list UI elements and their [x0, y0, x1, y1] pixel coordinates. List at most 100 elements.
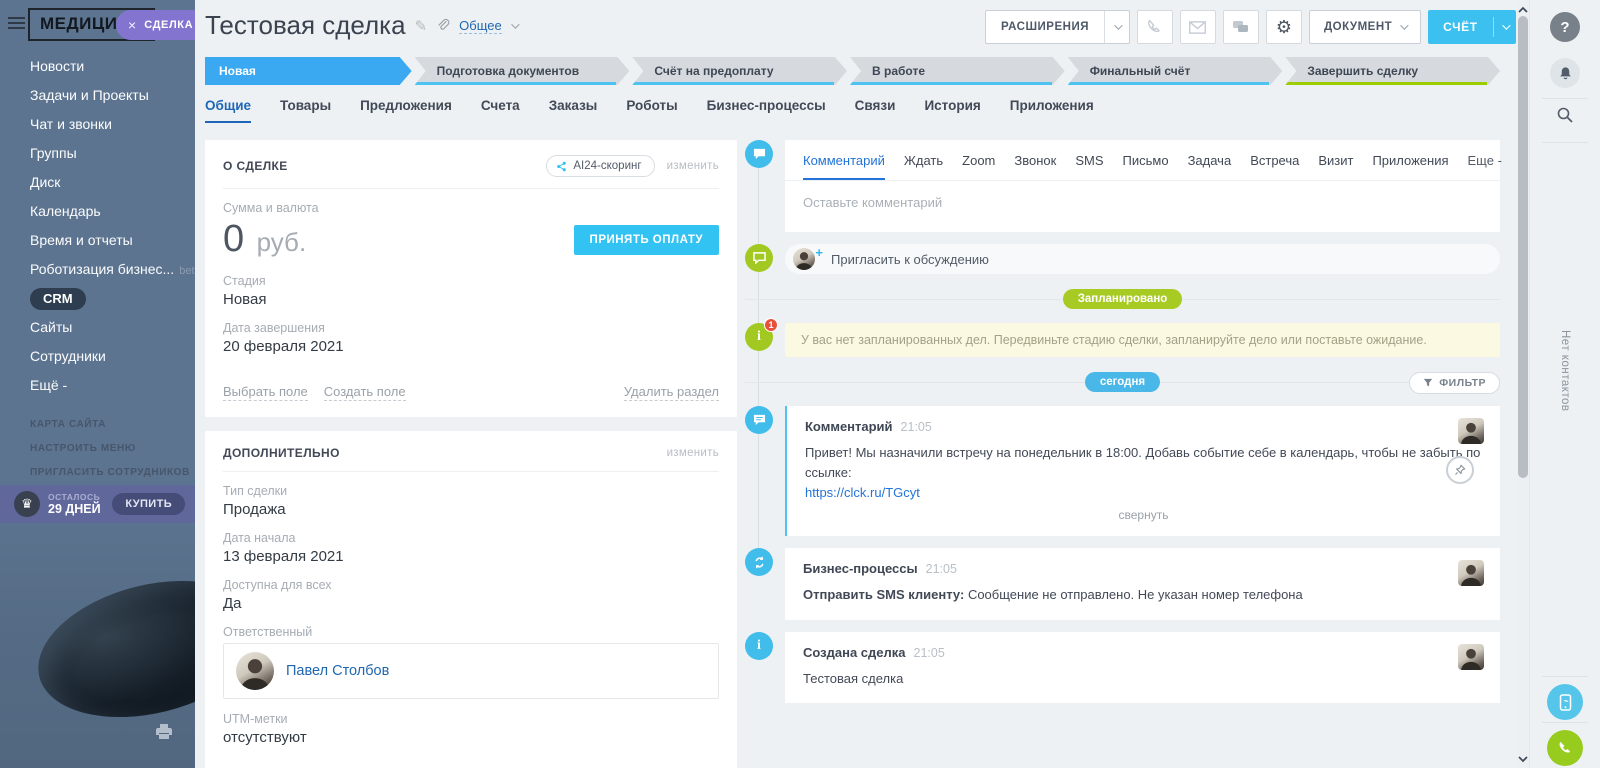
- paperclip-icon[interactable]: [436, 18, 450, 33]
- invite-employees-link[interactable]: ПРИГЛАСИТЬ СОТРУДНИКОВ: [0, 461, 195, 485]
- composer-tab-sms[interactable]: SMS: [1075, 153, 1103, 178]
- collapse-link[interactable]: свернуть: [805, 508, 1482, 522]
- filter-button[interactable]: ФИЛЬТР: [1409, 372, 1500, 394]
- composer-tab-more[interactable]: Еще -: [1468, 153, 1502, 178]
- tab-orders[interactable]: Заказы: [549, 98, 598, 121]
- telephony-button[interactable]: [1547, 730, 1583, 766]
- tab-history[interactable]: История: [924, 98, 980, 121]
- invite-to-discussion[interactable]: + Пригласить к обсуждению: [785, 244, 1500, 274]
- document-button[interactable]: ДОКУМЕНТ: [1309, 10, 1421, 44]
- scroll-up-arrow[interactable]: [1517, 2, 1529, 16]
- notifications-bell-button[interactable]: [1550, 58, 1580, 88]
- amount-field-label: Сумма и валюта: [223, 201, 719, 215]
- extensions-button[interactable]: РАСШИРЕНИЯ: [985, 10, 1130, 44]
- tab-apps[interactable]: Приложения: [1010, 98, 1094, 121]
- sitemap-link[interactable]: КАРТА САЙТА: [0, 413, 195, 437]
- sidebar-item-groups[interactable]: Группы: [0, 139, 195, 168]
- composer-tab-email[interactable]: Письмо: [1123, 153, 1169, 178]
- deal-overlay-badge[interactable]: × СДЕЛКА: [116, 10, 195, 40]
- deal-type-value[interactable]: Продажа: [223, 501, 719, 518]
- composer-tab-comment[interactable]: Комментарий: [803, 153, 885, 180]
- tab-invoices[interactable]: Счета: [481, 98, 520, 121]
- chat-button[interactable]: [1223, 10, 1259, 44]
- stage-field-value[interactable]: Новая: [223, 291, 719, 308]
- edit-title-icon[interactable]: ✎: [415, 17, 428, 35]
- close-date-field-value[interactable]: 20 февраля 2021: [223, 338, 719, 355]
- deal-category-dropdown[interactable]: Общее: [459, 18, 502, 34]
- printer-icon[interactable]: [156, 724, 172, 744]
- search-button[interactable]: [1556, 106, 1574, 129]
- beta-label: beta: [179, 265, 195, 277]
- sidebar-item-employees[interactable]: Сотрудники: [0, 342, 195, 371]
- create-field-link[interactable]: Создать поле: [324, 384, 406, 401]
- tab-quotes[interactable]: Предложения: [360, 98, 452, 121]
- delete-section-link[interactable]: Удалить раздел: [624, 384, 719, 401]
- stage-close-deal[interactable]: Завершить сделку: [1285, 57, 1500, 85]
- composer-tab-wait[interactable]: Ждать: [904, 153, 943, 178]
- deal-amount-value[interactable]: 0: [223, 218, 244, 260]
- composer-tab-visit[interactable]: Визит: [1318, 153, 1353, 178]
- help-button[interactable]: ?: [1550, 12, 1580, 42]
- sidebar-item-time-reports[interactable]: Время и отчеты: [0, 226, 195, 255]
- tab-robots[interactable]: Роботы: [626, 98, 677, 121]
- composer-tab-call[interactable]: Звонок: [1014, 153, 1056, 178]
- stage-new[interactable]: Новая: [205, 57, 412, 85]
- composer-tab-apps[interactable]: Приложения: [1372, 153, 1448, 178]
- edit-section-link[interactable]: изменить: [667, 447, 719, 459]
- tab-general[interactable]: Общие: [205, 98, 251, 123]
- configure-menu-link[interactable]: НАСТРОИТЬ МЕНЮ: [0, 437, 195, 461]
- stage-prepayment[interactable]: Счёт на предоплату: [632, 57, 847, 85]
- sidebar-item-label: Время и отчеты: [30, 232, 133, 248]
- extensions-dropdown-icon[interactable]: [1105, 11, 1129, 43]
- sidebar-item-rpa[interactable]: Роботизация бизнес...beta: [0, 255, 195, 284]
- invoice-button[interactable]: СЧЁТ: [1428, 10, 1516, 44]
- composer-tab-task[interactable]: Задача: [1188, 153, 1232, 178]
- sidebar-item-sites[interactable]: Сайты: [0, 313, 195, 342]
- sidebar-item-chat[interactable]: Чат и звонки: [0, 110, 195, 139]
- tab-relations[interactable]: Связи: [855, 98, 896, 121]
- sidebar-item-tasks[interactable]: Задачи и Проекты: [0, 81, 195, 110]
- sidebar-item-calendar[interactable]: Календарь: [0, 197, 195, 226]
- sidebar-item-disk[interactable]: Диск: [0, 168, 195, 197]
- tab-products[interactable]: Товары: [280, 98, 331, 121]
- comment-entry-icon: [745, 406, 773, 434]
- stage-final-invoice[interactable]: Финальный счёт: [1068, 57, 1283, 85]
- edit-section-link[interactable]: изменить: [667, 160, 719, 172]
- select-field-link[interactable]: Выбрать поле: [223, 384, 308, 401]
- stage-docs[interactable]: Подготовка документов: [415, 57, 630, 85]
- call-button[interactable]: [1137, 10, 1173, 44]
- scroll-down-arrow[interactable]: [1517, 752, 1529, 766]
- add-participant-icon[interactable]: +: [815, 245, 823, 260]
- start-date-value[interactable]: 13 февраля 2021: [223, 548, 719, 565]
- responsible-label: Ответственный: [223, 625, 719, 639]
- comment-text: Привет! Мы назначили встречу на понедель…: [805, 445, 1480, 480]
- extensions-label: РАСШИРЕНИЯ: [986, 11, 1104, 43]
- close-icon[interactable]: ×: [128, 17, 136, 33]
- hamburger-menu-icon[interactable]: [8, 17, 25, 32]
- additional-card: ДОПОЛНИТЕЛЬНО изменить Тип сделки Продаж…: [205, 431, 737, 768]
- comment-input[interactable]: [785, 181, 1500, 232]
- accept-payment-button[interactable]: ПРИНЯТЬ ОПЛАТУ: [574, 225, 719, 255]
- email-button[interactable]: [1180, 10, 1216, 44]
- settings-gear-button[interactable]: ⚙: [1266, 10, 1302, 44]
- deal-tabs: Общие Товары Предложения Счета Заказы Ро…: [205, 98, 1094, 128]
- vertical-scrollbar[interactable]: [1517, 0, 1529, 768]
- scrollbar-thumb[interactable]: [1518, 16, 1528, 478]
- sidebar-item-news[interactable]: Новости: [0, 52, 195, 81]
- document-label: ДОКУМЕНТ: [1324, 21, 1392, 33]
- chevron-down-icon[interactable]: [511, 20, 519, 28]
- stage-in-progress[interactable]: В работе: [850, 57, 1065, 85]
- pin-button[interactable]: [1446, 456, 1474, 484]
- sidebar-item-more[interactable]: Ещё -: [0, 371, 195, 400]
- tab-business-processes[interactable]: Бизнес-процессы: [707, 98, 826, 121]
- mobile-app-button[interactable]: [1547, 684, 1583, 720]
- comment-link[interactable]: https://clck.ru/TGcyt: [805, 485, 920, 500]
- ai-scoring-badge[interactable]: AI24-скоринг: [546, 155, 654, 177]
- available-for-all-value[interactable]: Да: [223, 595, 719, 612]
- composer-tab-zoom[interactable]: Zoom: [962, 153, 995, 178]
- sidebar-item-crm[interactable]: CRM: [0, 284, 195, 313]
- buy-button[interactable]: КУПИТЬ: [112, 493, 185, 515]
- responsible-name-link[interactable]: Павел Столбов: [286, 663, 389, 679]
- composer-tab-meeting[interactable]: Встреча: [1250, 153, 1299, 178]
- invoice-dropdown-icon[interactable]: [1494, 10, 1516, 44]
